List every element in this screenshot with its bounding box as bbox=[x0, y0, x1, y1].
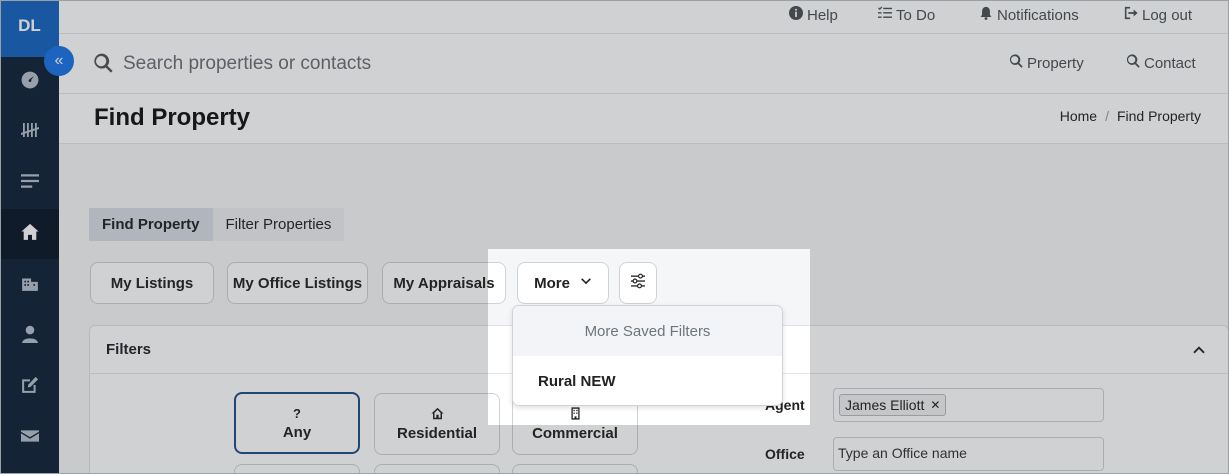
sidebar-item-list[interactable] bbox=[0, 158, 59, 208]
property-type-label: Any bbox=[282, 423, 312, 441]
search-icon bbox=[1126, 54, 1140, 72]
more-saved-filters-menu: More Saved Filters Rural NEW bbox=[512, 305, 783, 406]
breadcrumb: Home / Find Property bbox=[1060, 108, 1201, 124]
property-search-link[interactable]: Property bbox=[1009, 54, 1084, 72]
gauge-icon bbox=[21, 71, 39, 94]
my-listings-button[interactable]: My Listings bbox=[90, 262, 214, 304]
sidebar-item-home[interactable] bbox=[0, 209, 59, 259]
logout-link[interactable]: Log out bbox=[1124, 0, 1192, 30]
tally-icon bbox=[20, 121, 39, 144]
more-saved-filters-button[interactable]: More bbox=[517, 262, 609, 304]
my-appraisals-button[interactable]: My Appraisals bbox=[382, 262, 506, 304]
question-mark-icon: ? bbox=[293, 405, 301, 421]
todo-link[interactable]: To Do bbox=[878, 0, 935, 30]
top-bar: Help To Do Notifications Log out bbox=[59, 0, 1229, 34]
agent-chip: James Elliott ✕ bbox=[839, 394, 947, 416]
search-input[interactable] bbox=[123, 50, 623, 78]
office-input[interactable] bbox=[838, 445, 1088, 461]
tab-find-property[interactable]: Find Property bbox=[89, 208, 213, 241]
my-office-listings-button[interactable]: My Office Listings bbox=[227, 262, 368, 304]
remove-icon[interactable]: ✕ bbox=[930, 398, 940, 412]
office-building-icon bbox=[569, 406, 582, 425]
contact-label: Contact bbox=[1144, 54, 1196, 72]
logout-label: Log out bbox=[1142, 6, 1193, 24]
search-icon bbox=[93, 53, 113, 78]
home-icon bbox=[20, 223, 39, 246]
bell-icon bbox=[979, 6, 993, 24]
list-icon bbox=[20, 172, 39, 195]
tab-bar: Find Property Filter Properties bbox=[89, 208, 345, 241]
office-field[interactable] bbox=[833, 437, 1104, 471]
sidebar-item-contacts[interactable] bbox=[0, 311, 59, 361]
property-type-residential[interactable]: Residential bbox=[374, 393, 500, 455]
agent-field[interactable]: James Elliott ✕ bbox=[833, 388, 1104, 422]
notifications-link[interactable]: Notifications bbox=[979, 0, 1079, 30]
help-label: Help bbox=[807, 6, 838, 24]
house-outline-icon bbox=[430, 407, 444, 425]
filters-title: Filters bbox=[106, 341, 152, 358]
sidebar-item-tally[interactable] bbox=[0, 107, 59, 157]
property-type-label: Commercial bbox=[532, 424, 618, 442]
page-header: Find Property Home / Find Property bbox=[59, 94, 1229, 144]
help-link[interactable]: Help bbox=[789, 0, 838, 30]
property-type-option[interactable] bbox=[234, 464, 360, 474]
search-icon bbox=[1009, 54, 1023, 72]
logout-icon bbox=[1124, 6, 1138, 24]
chevron-down-icon bbox=[580, 276, 592, 291]
search-bar: Property Contact bbox=[59, 34, 1229, 94]
checklist-icon bbox=[878, 6, 892, 24]
office-label: Office bbox=[765, 446, 805, 462]
sidebar-item-edit[interactable] bbox=[0, 362, 59, 412]
menu-item-rural-new[interactable]: Rural NEW bbox=[513, 356, 782, 405]
sidebar-item-buildings[interactable] bbox=[0, 260, 59, 310]
chevron-up-icon[interactable] bbox=[1192, 342, 1206, 361]
agent-chip-label: James Elliott bbox=[845, 397, 925, 413]
property-type-option[interactable] bbox=[512, 464, 638, 474]
sidebar-item-mail[interactable] bbox=[0, 413, 59, 463]
building-icon bbox=[21, 274, 39, 297]
breadcrumb-current: Find Property bbox=[1116, 108, 1201, 124]
double-chevron-left-icon: « bbox=[54, 52, 64, 69]
menu-header: More Saved Filters bbox=[513, 306, 782, 356]
property-label: Property bbox=[1027, 54, 1084, 72]
property-type-label: Residential bbox=[396, 424, 478, 442]
person-icon bbox=[21, 325, 39, 348]
envelope-icon bbox=[20, 427, 39, 450]
tab-filter-properties[interactable]: Filter Properties bbox=[212, 208, 345, 241]
page-title: Find Property bbox=[94, 104, 251, 131]
pencil-square-icon bbox=[21, 376, 39, 399]
filter-settings-button[interactable] bbox=[619, 262, 657, 304]
sliders-icon bbox=[630, 273, 646, 293]
info-circle-icon bbox=[789, 6, 803, 24]
breadcrumb-home[interactable]: Home bbox=[1060, 108, 1097, 124]
breadcrumb-separator: / bbox=[1105, 108, 1109, 124]
property-type-any[interactable]: ? Any bbox=[234, 392, 360, 454]
contact-search-link[interactable]: Contact bbox=[1126, 54, 1196, 72]
more-label: More bbox=[534, 274, 570, 292]
collapse-sidebar-button[interactable]: « bbox=[44, 46, 74, 76]
notifications-label: Notifications bbox=[997, 6, 1079, 24]
todo-label: To Do bbox=[896, 6, 936, 24]
property-type-option[interactable] bbox=[374, 464, 500, 474]
